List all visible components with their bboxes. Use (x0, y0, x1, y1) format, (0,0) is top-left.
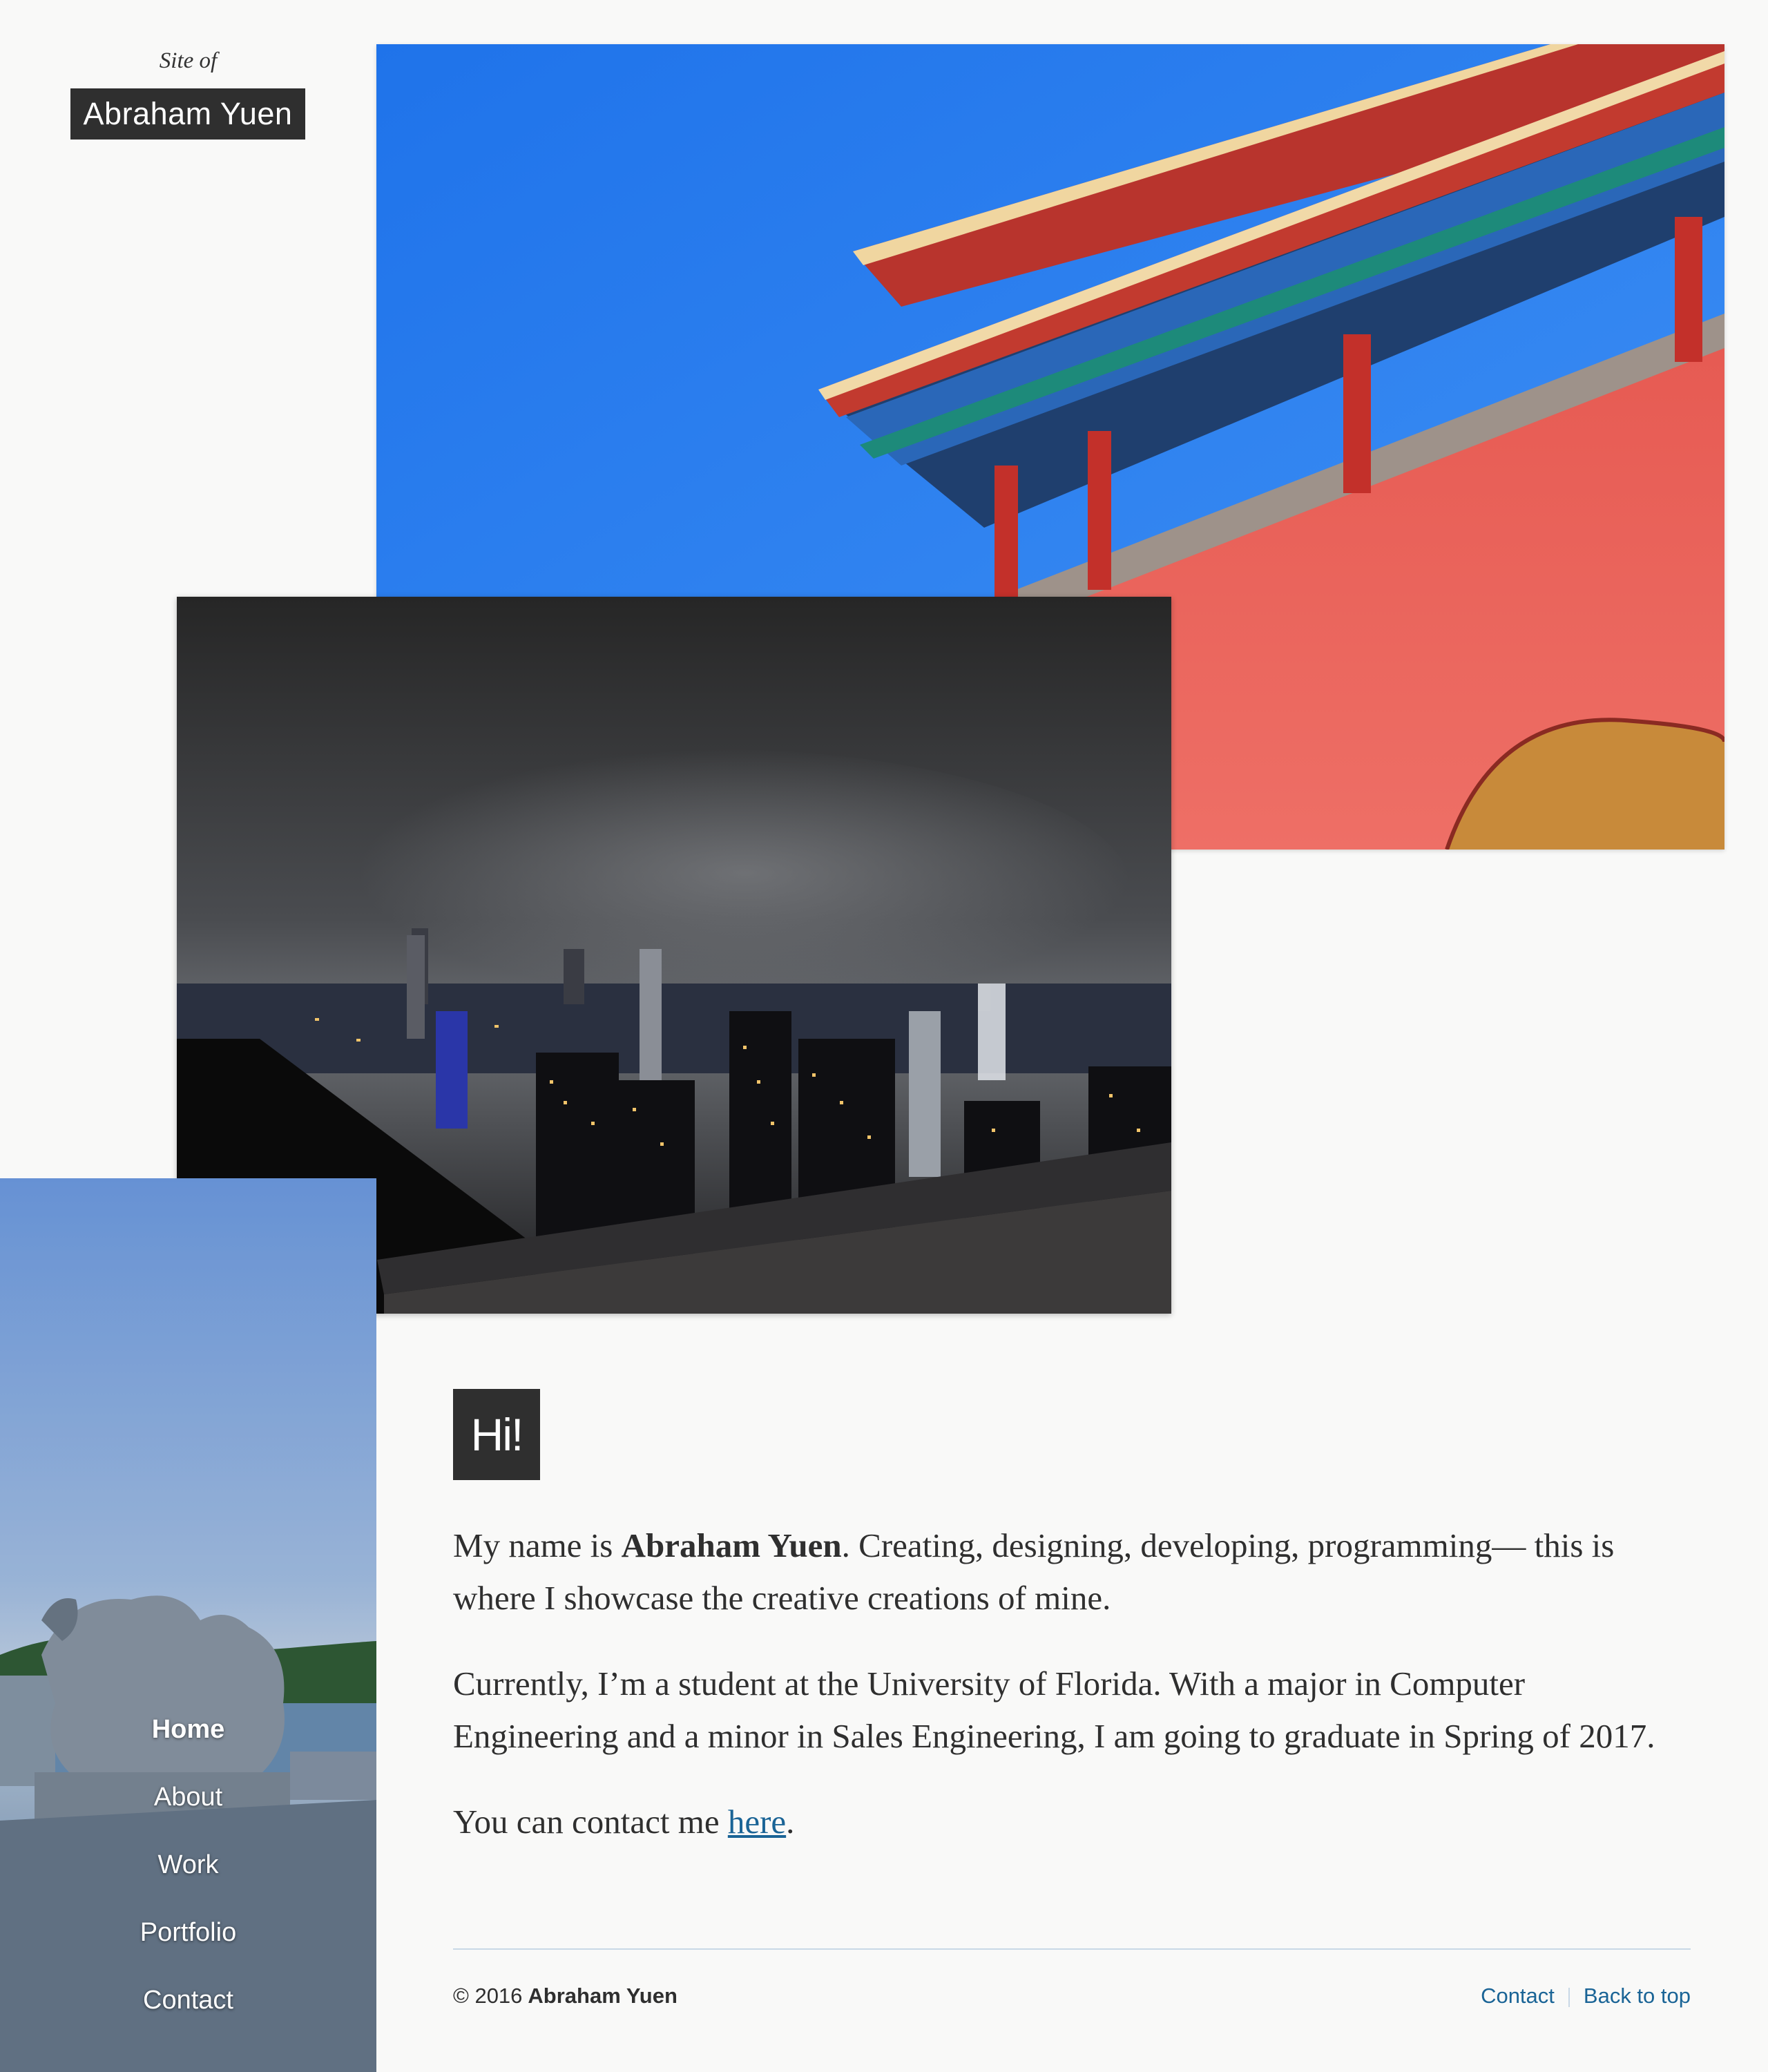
nav-item-about[interactable]: About (0, 1763, 376, 1831)
nav-link-work[interactable]: Work (158, 1850, 219, 1879)
site-title[interactable]: Abraham Yuen (70, 88, 305, 140)
education-paragraph: Currently, I’m a student at the Universi… (453, 1665, 1655, 1755)
intro-content: My name is Abraham Yuen. Creating, desig… (453, 1519, 1696, 1881)
nav-link-home[interactable]: Home (152, 1715, 225, 1744)
back-to-top-link[interactable]: Back to top (1584, 1984, 1691, 2008)
contact-paragraph: You can contact me here. (453, 1796, 1696, 1848)
nav-item-home[interactable]: Home (0, 1696, 376, 1763)
hi-heading: Hi! (453, 1389, 540, 1480)
footer-divider (453, 1948, 1691, 1950)
footer-author-name: Abraham Yuen (528, 1984, 678, 2008)
footer-contact-link[interactable]: Contact (1481, 1984, 1555, 2008)
author-name: Abraham Yuen (621, 1526, 842, 1564)
nav-item-contact[interactable]: Contact (0, 1966, 376, 2034)
contact-text-post: . (786, 1803, 795, 1841)
nav-item-work[interactable]: Work (0, 1831, 376, 1899)
nav-link-portfolio[interactable]: Portfolio (140, 1918, 236, 1947)
footer-link-separator (1568, 1987, 1570, 2007)
footer-copyright: © 2016 Abraham Yuen (453, 1984, 678, 2008)
sidebar-nav: Home About Work Portfolio Contact (0, 1696, 376, 2034)
contact-text-pre: You can contact me (453, 1803, 728, 1841)
nav-item-portfolio[interactable]: Portfolio (0, 1899, 376, 1966)
contact-here-link[interactable]: here (728, 1803, 786, 1841)
intro-text-pre: My name is (453, 1526, 622, 1564)
intro-paragraph: My name is Abraham Yuen. Creating, desig… (453, 1519, 1696, 1624)
copyright-year: © 2016 (453, 1984, 523, 2008)
nav-link-about[interactable]: About (154, 1783, 222, 1812)
footer-links: Contact Back to top (1481, 1984, 1691, 2008)
nav-link-contact[interactable]: Contact (143, 1986, 233, 2015)
site-of-label: Site of (159, 48, 218, 73)
